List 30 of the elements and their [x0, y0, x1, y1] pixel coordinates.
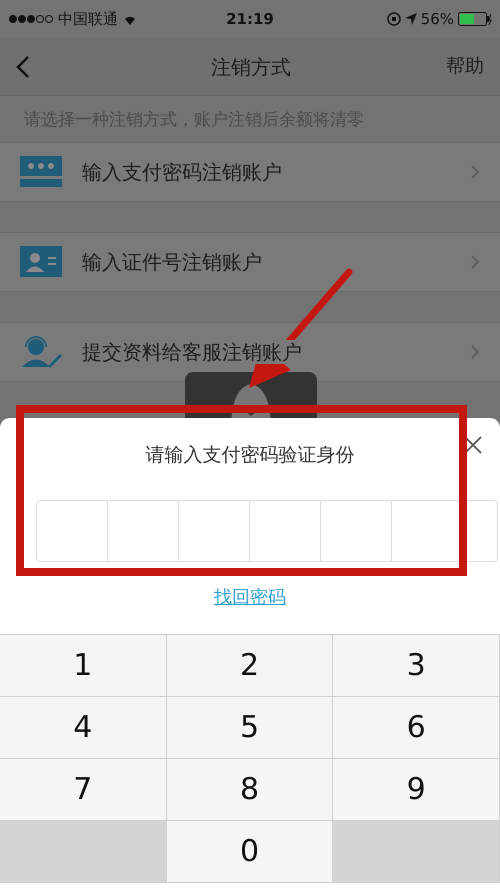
cancel-method-item[interactable]: 提交资料给客服注销账户: [0, 322, 500, 382]
rotation-lock-icon: [386, 12, 401, 26]
signal-icon: [8, 14, 54, 24]
carrier-name: 中国联通: [58, 8, 118, 30]
chevron-right-icon: [470, 164, 480, 180]
keypad-key[interactable]: 8: [166, 759, 334, 821]
id-card-icon: [20, 246, 62, 278]
keypad-key[interactable]: 9: [333, 759, 500, 821]
chevron-right-icon: [470, 344, 480, 360]
battery-percent: 56%: [420, 8, 454, 30]
cancel-method-item[interactable]: 输入证件号注销账户: [0, 232, 500, 292]
keypad-key[interactable]: 1: [0, 635, 167, 697]
keypad-key[interactable]: 7: [0, 759, 167, 821]
chevron-right-icon: [470, 254, 480, 270]
keypad-key[interactable]: 2: [166, 635, 334, 697]
battery-icon: [458, 12, 492, 26]
chevron-left-icon: [16, 54, 30, 78]
page-title: 注销方式: [211, 54, 291, 80]
location-arrow-icon: [404, 13, 417, 25]
keypad-key[interactable]: 6: [333, 697, 500, 759]
keypad-key[interactable]: 3: [333, 635, 500, 697]
support-agent-icon: [20, 336, 62, 368]
password-input-field[interactable]: [36, 500, 498, 562]
cancel-method-item[interactable]: 输入支付密码注销账户: [0, 142, 500, 202]
keypad-key[interactable]: 5: [166, 697, 334, 759]
clock-time: 21:19: [226, 8, 274, 30]
password-card-icon: [20, 156, 62, 188]
keypad-key[interactable]: 4: [0, 697, 167, 759]
keypad-key[interactable]: 0: [166, 821, 334, 883]
sheet-title: 请输入支付密码验证身份: [146, 442, 354, 468]
